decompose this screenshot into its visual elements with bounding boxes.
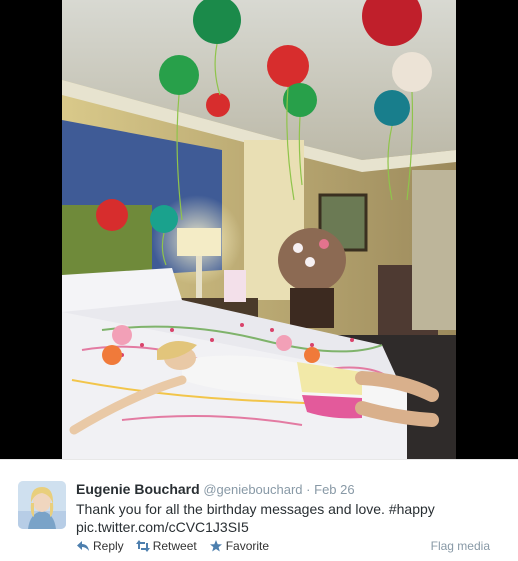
author-name[interactable]: Eugenie Bouchard xyxy=(76,481,200,497)
reply-button[interactable]: Reply xyxy=(76,539,124,553)
reply-arrow-icon xyxy=(76,540,90,552)
hashtag-link[interactable]: #happy xyxy=(389,501,435,517)
tweet-text: Thank you for all the birthday messages … xyxy=(76,500,506,536)
pic-link[interactable]: pic.twitter.com/cCVC1J3SI5 xyxy=(76,518,506,536)
tweet-header: Eugenie Bouchard @geniebouchard · Feb 26 xyxy=(76,481,355,498)
photo-illustration xyxy=(62,0,456,459)
retweet-button[interactable]: Retweet xyxy=(135,539,197,553)
retweet-label: Retweet xyxy=(152,539,197,553)
tweet-actions: Reply Retweet Favorite xyxy=(76,539,281,553)
favorite-label: Favorite xyxy=(225,539,270,553)
favorite-button[interactable]: Favorite xyxy=(209,539,269,553)
separator-dot: · xyxy=(306,482,311,497)
avatar-image xyxy=(18,481,66,529)
retweet-icon xyxy=(135,540,150,552)
tweet-body: Thank you for all the birthday messages … xyxy=(76,501,385,517)
tweet-card: Eugenie Bouchard @geniebouchard · Feb 26… xyxy=(0,459,518,561)
media-frame xyxy=(0,0,518,459)
tweet-photo[interactable] xyxy=(62,0,456,459)
tweet-timestamp[interactable]: Feb 26 xyxy=(314,482,354,497)
avatar[interactable] xyxy=(18,481,66,529)
star-icon xyxy=(209,540,223,552)
reply-label: Reply xyxy=(93,539,124,553)
flag-media-link[interactable]: Flag media xyxy=(431,539,490,553)
author-handle[interactable]: @geniebouchard xyxy=(203,482,302,497)
